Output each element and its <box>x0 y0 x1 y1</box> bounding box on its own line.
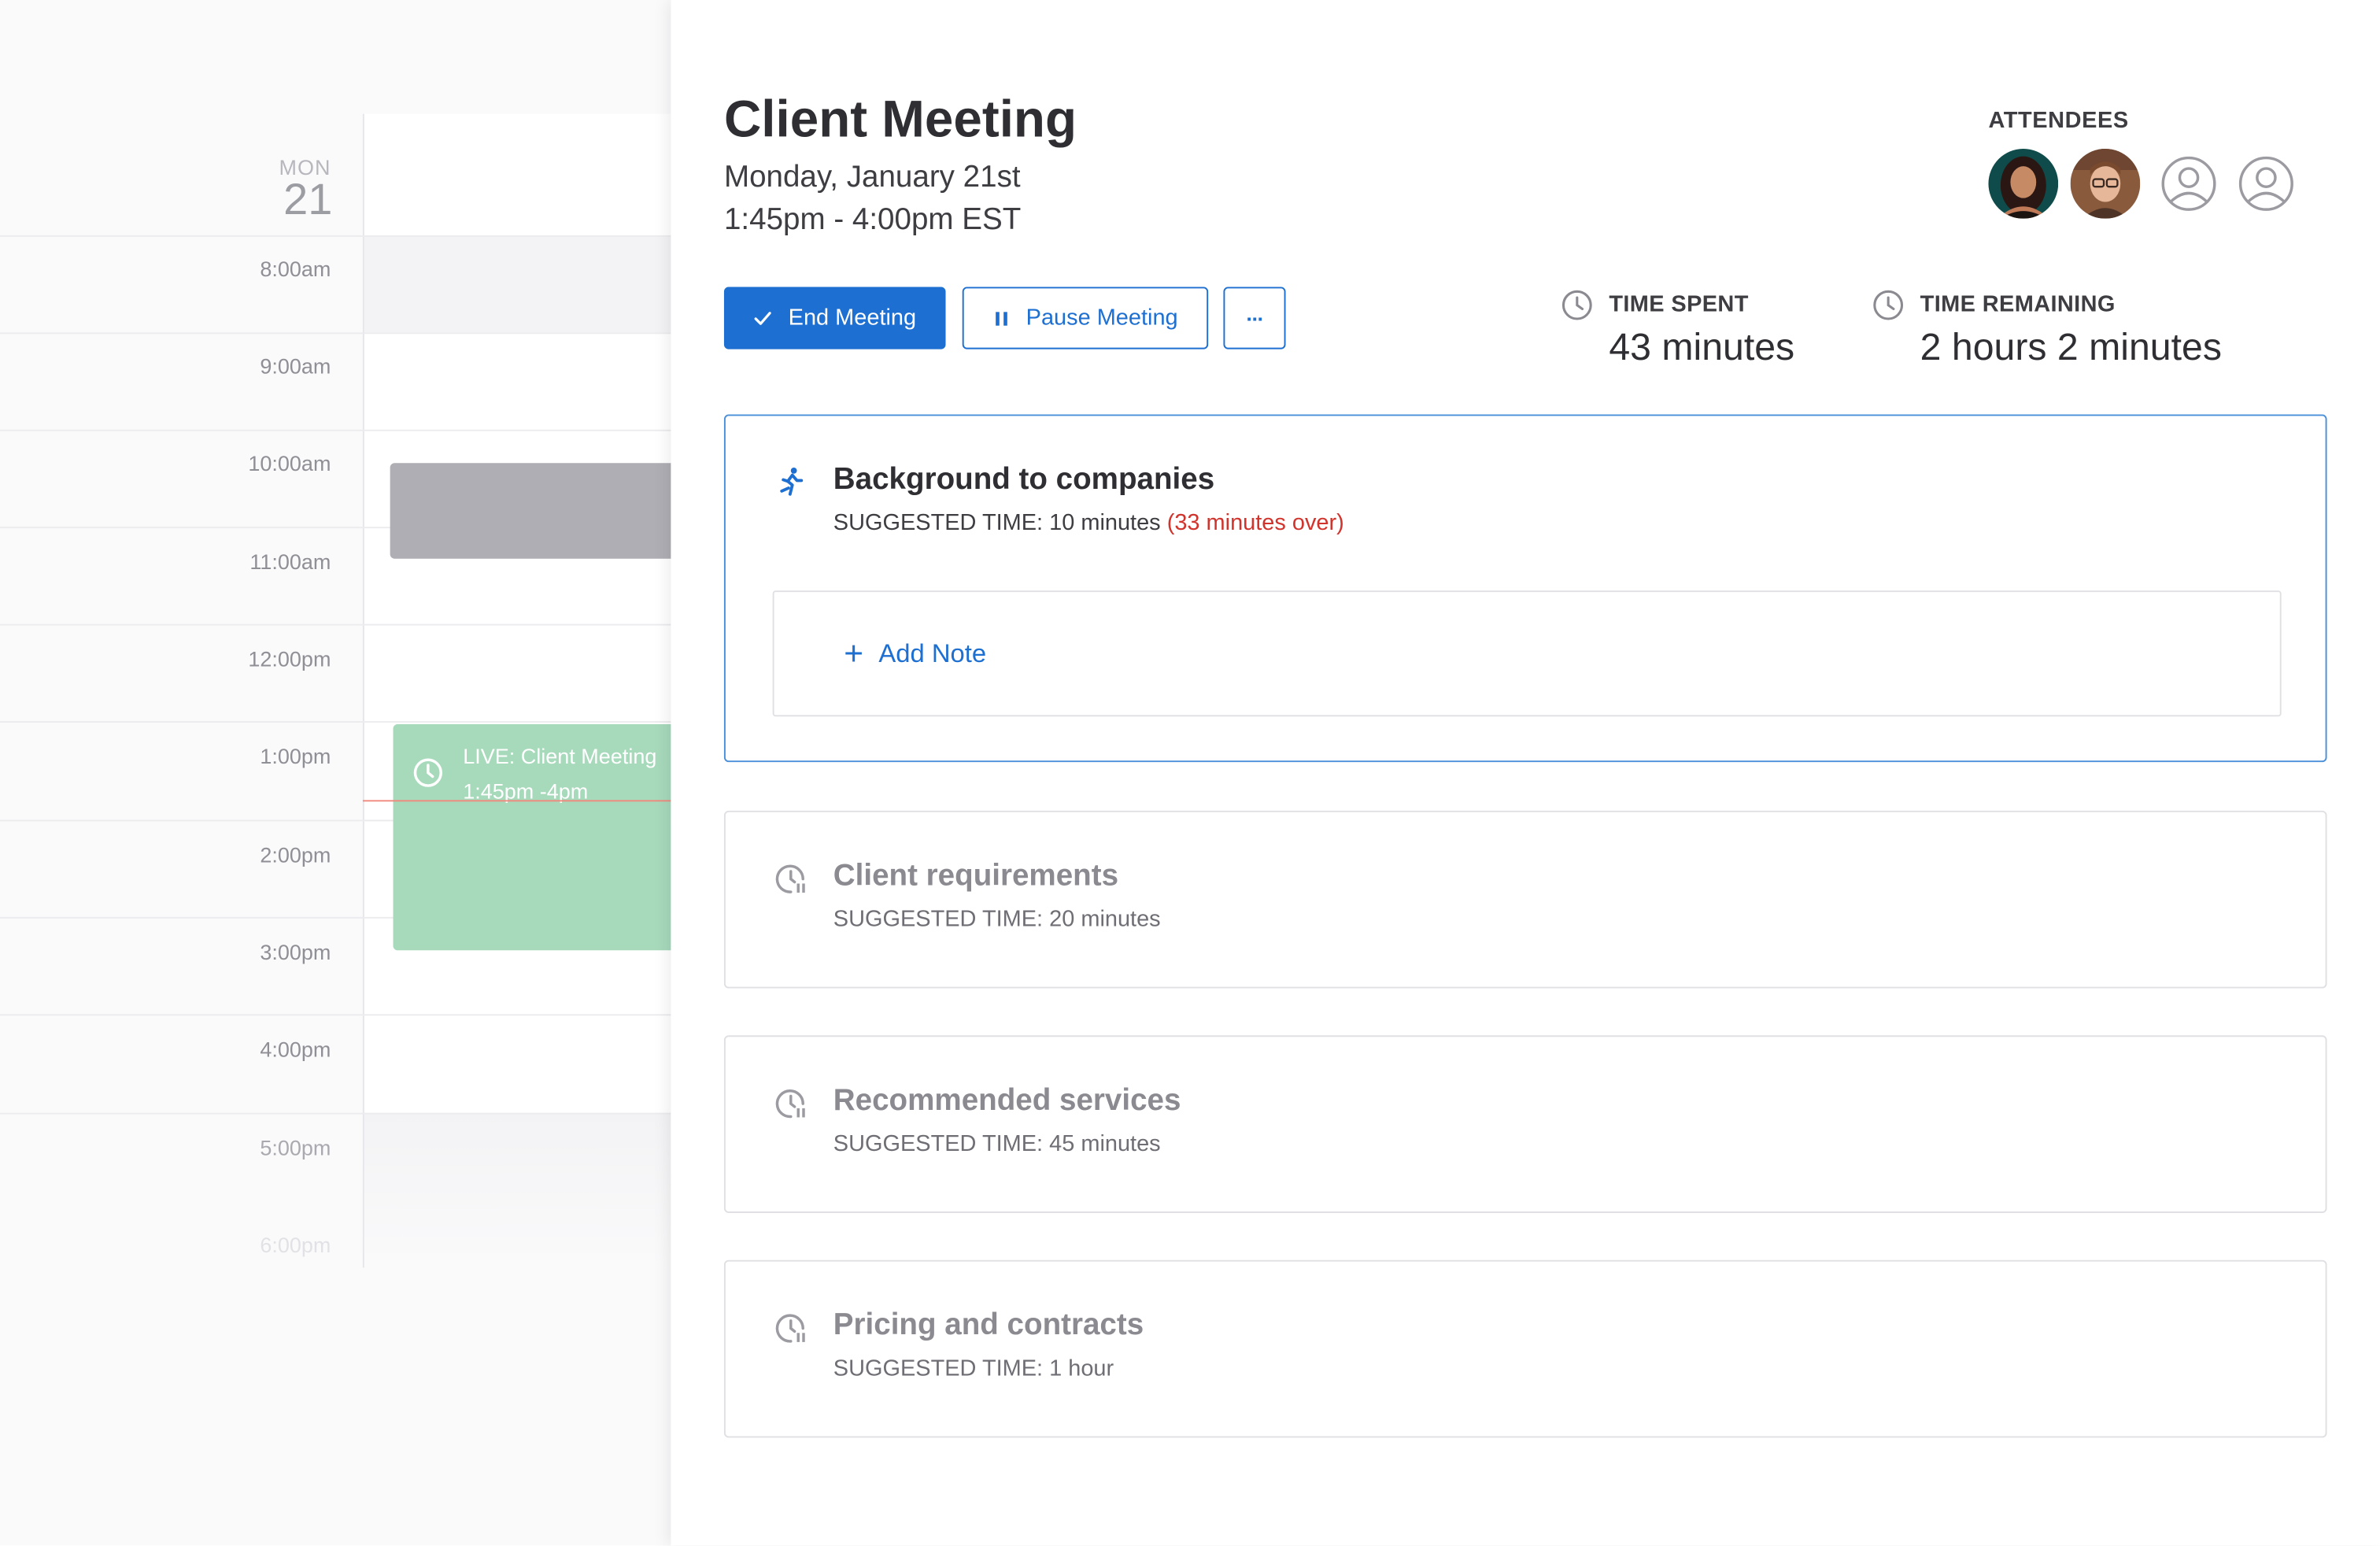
attendee-avatar[interactable] <box>2070 149 2141 219</box>
meeting-title: Client Meeting <box>723 91 1077 150</box>
hour-divider <box>0 429 671 431</box>
time-remaining-label: TIME REMAINING <box>1920 291 2116 318</box>
clock-pause-icon <box>775 1314 805 1343</box>
more-options-button[interactable]: ··· <box>1223 287 1286 350</box>
time-spent-value: 43 minutes <box>1609 326 1795 369</box>
time-remaining-value: 2 hours 2 minutes <box>1920 326 2222 369</box>
hour-divider <box>0 1014 671 1016</box>
clock-pause-icon <box>775 864 805 893</box>
clock-icon <box>1873 290 1904 320</box>
agenda-item[interactable]: Recommended services SUGGESTED TIME: 45 … <box>723 1035 2327 1213</box>
attendee-placeholder-avatar[interactable] <box>2231 149 2301 219</box>
avatar-photo-woman <box>1988 149 2059 219</box>
pause-icon <box>996 311 1007 325</box>
meeting-time-range: 1:45pm - 4:00pm EST <box>723 203 1022 237</box>
hour-label: 8:00am <box>260 256 331 281</box>
clock-icon <box>413 758 442 787</box>
agenda-item-active[interactable]: Background to companies SUGGESTED TIME: … <box>723 414 2327 763</box>
hour-label: 12:00pm <box>248 646 331 671</box>
pause-meeting-button[interactable]: Pause Meeting <box>962 287 1209 350</box>
clock-icon <box>1561 290 1592 320</box>
add-note-button[interactable]: + Add Note <box>772 590 2282 717</box>
avatar-photo-man <box>2070 149 2141 219</box>
user-icon <box>2161 156 2216 211</box>
hour-label: 1:00pm <box>260 744 331 768</box>
end-meeting-label: End Meeting <box>788 305 917 331</box>
agenda-item[interactable]: Pricing and contracts SUGGESTED TIME: 1 … <box>723 1259 2327 1438</box>
live-event-title: LIVE: Client Meeting <box>463 744 657 768</box>
live-calendar-event[interactable]: LIVE: Client Meeting 1:45pm -4pm <box>393 723 671 951</box>
agenda-item-suggested-time: SUGGESTED TIME: 45 minutes <box>833 1130 1161 1157</box>
meeting-date: Monday, January 21st <box>723 161 1021 194</box>
hour-label: 2:00pm <box>260 842 331 867</box>
agenda-item-suggested-time: SUGGESTED TIME: 20 minutes <box>833 906 1161 933</box>
pause-meeting-label: Pause Meeting <box>1026 305 1178 331</box>
hour-label: 3:00pm <box>260 939 331 964</box>
more-options-label: ··· <box>1246 305 1264 331</box>
hour-divider <box>0 1112 671 1115</box>
time-spent-label: TIME SPENT <box>1609 291 1749 318</box>
hour-label: 10:00am <box>248 450 331 475</box>
current-time-indicator <box>362 800 671 802</box>
calendar-day-number: 21 <box>283 176 333 225</box>
overtime-text: (33 minutes over) <box>1166 510 1344 536</box>
running-person-icon <box>780 468 804 496</box>
calendar-day-view: MON 21 8:00am 9:00am 10:00am 11:00am 12:… <box>0 0 671 1546</box>
hour-divider <box>0 721 671 723</box>
add-note-label: Add Note <box>878 638 987 668</box>
hour-label: 4:00pm <box>260 1037 331 1062</box>
meeting-panel: Client Meeting Monday, January 21st 1:45… <box>671 0 2380 1546</box>
suggested-time-text: SUGGESTED TIME: 10 minutes <box>833 510 1161 536</box>
calendar-shaded-hours <box>364 1112 671 1268</box>
checkmark-icon <box>755 312 772 325</box>
calendar-event-block[interactable] <box>390 463 671 559</box>
hour-label: 5:00pm <box>260 1135 331 1160</box>
agenda-item[interactable]: Client requirements SUGGESTED TIME: 20 m… <box>723 810 2327 989</box>
hour-label: 9:00am <box>260 353 331 379</box>
hour-divider <box>0 623 671 626</box>
plus-icon: + <box>844 634 864 672</box>
agenda-item-title: Background to companies <box>833 463 1215 497</box>
hour-divider <box>0 332 671 335</box>
hour-label: 11:00am <box>249 549 331 575</box>
agenda-item-title: Pricing and contracts <box>833 1308 1144 1342</box>
attendee-avatar[interactable] <box>1988 149 2059 219</box>
attendee-placeholder-avatar[interactable] <box>2154 149 2224 219</box>
clock-pause-icon <box>775 1089 805 1119</box>
agenda-item-suggested-time: SUGGESTED TIME: 1 hour <box>833 1356 1114 1382</box>
hour-divider <box>0 235 671 237</box>
end-meeting-button[interactable]: End Meeting <box>723 287 946 350</box>
hour-label: 6:00pm <box>260 1233 331 1257</box>
agenda-item-title: Client requirements <box>833 859 1119 893</box>
agenda-item-suggested-time: SUGGESTED TIME: 10 minutes (33 minutes o… <box>833 510 1344 536</box>
user-icon <box>2238 156 2293 211</box>
attendees-heading: ATTENDEES <box>1988 107 2129 134</box>
agenda-item-title: Recommended services <box>833 1084 1181 1118</box>
calendar-shaded-hours <box>364 235 671 333</box>
